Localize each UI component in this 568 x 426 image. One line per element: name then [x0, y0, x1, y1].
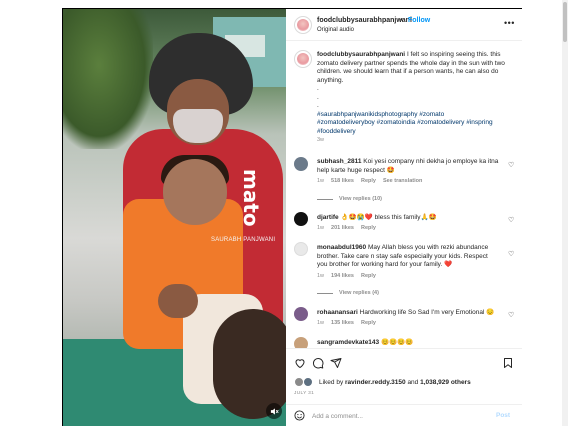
comment-avatar[interactable] — [294, 242, 308, 256]
comment-body: monaabdul1960 May Allah bless you with r… — [317, 244, 499, 270]
post-header: foodclubbysaurabhpanjwani • Follow Origi… — [286, 9, 522, 41]
comment-like-icon[interactable]: ♡ — [508, 161, 514, 169]
smiley-icon[interactable] — [294, 410, 305, 421]
caption-dot-2: . — [317, 93, 319, 101]
comment-likes[interactable]: 194 likes — [331, 273, 354, 279]
liker-avatar — [303, 377, 313, 387]
comment-username[interactable]: djartife — [317, 214, 339, 221]
comment-body: rohaanansari Hardworking life So Sad I'm… — [317, 309, 499, 318]
comment-avatar[interactable] — [294, 307, 308, 321]
speaker-muted-icon — [270, 407, 279, 415]
comment-like-icon[interactable]: ♡ — [508, 250, 514, 258]
comment-text: 😊😊😊😊 — [380, 339, 414, 346]
add-comment-bar: Post — [286, 404, 522, 426]
separator-dot: • — [400, 17, 403, 24]
comment-body: sangramdevkate143 😊😊😊😊 — [317, 339, 499, 348]
comment-time[interactable]: 1w — [317, 178, 324, 184]
comments-scroll-area[interactable]: foodclubbysaurabhpanjwani I felt so insp… — [286, 42, 522, 348]
comment-username[interactable]: monaabdul1960 — [317, 244, 366, 251]
comment-meta: 1w 201 likes Reply — [317, 225, 376, 231]
comment-meta: 1w 135 likes Reply — [317, 320, 376, 326]
more-options-icon[interactable]: ••• — [504, 18, 515, 28]
reply-button[interactable]: Reply — [361, 273, 376, 279]
send-icon[interactable] — [330, 357, 342, 369]
comment-text: 👌🤩😭❤️ bless this family🙏🤩 — [340, 214, 437, 221]
post-caption: foodclubbysaurabhpanjwani I felt so insp… — [317, 51, 509, 145]
comment-likes[interactable]: 201 likes — [331, 225, 354, 231]
audio-link[interactable]: Original audio — [317, 27, 354, 33]
view-replies-label: View replies (4) — [339, 290, 379, 296]
heart-icon[interactable] — [294, 357, 306, 369]
comment-likes[interactable]: 135 likes — [331, 320, 354, 326]
caption-dot-1: . — [317, 85, 319, 92]
post-comment-button[interactable]: Post — [496, 412, 510, 419]
comment-avatar[interactable] — [294, 212, 308, 226]
page-scrollbar[interactable] — [562, 0, 568, 426]
comment-time[interactable]: 1w — [317, 273, 324, 279]
see-translation-button[interactable]: See translation — [383, 178, 422, 184]
author-avatar-image — [297, 19, 309, 31]
post-date[interactable]: JULY 31 — [294, 391, 314, 396]
caption-dot-3: . — [317, 102, 319, 109]
liked-prefix: Liked by — [319, 378, 344, 386]
comment-time[interactable]: 1w — [317, 320, 324, 326]
comment-like-icon[interactable]: ♡ — [508, 311, 514, 319]
child-head — [163, 159, 227, 225]
reply-button[interactable]: Reply — [361, 320, 376, 326]
comment-body: subhash_2811 Koi yesi company nhi dekha … — [317, 158, 499, 175]
view-replies-button[interactable]: View replies (4) — [317, 290, 379, 296]
post-side-panel: foodclubbysaurabhpanjwani • Follow Origi… — [286, 9, 522, 426]
follow-button[interactable]: Follow — [408, 17, 430, 24]
scrollbar-thumb[interactable] — [563, 2, 567, 42]
comment-avatar[interactable] — [294, 157, 308, 171]
post-video[interactable]: mato SAURABH PANJWANI — [63, 9, 286, 426]
author-username[interactable]: foodclubbysaurabhpanjwani — [317, 17, 412, 24]
comment-icon[interactable] — [312, 357, 324, 369]
caption-time[interactable]: 3w — [317, 137, 324, 143]
likes-summary: Liked by ravinder.reddy.3150 and 1,038,9… — [294, 377, 471, 387]
liked-user[interactable]: ravinder.reddy.3150 — [345, 379, 406, 386]
comment-text: Hardworking life So Sad I'm very Emotion… — [359, 309, 495, 316]
caption-username[interactable]: foodclubbysaurabhpanjwani — [317, 51, 405, 58]
replies-line — [317, 292, 333, 294]
comment-username[interactable]: subhash_2811 — [317, 158, 361, 165]
liked-and: and — [407, 378, 419, 386]
post-actions: Liked by ravinder.reddy.3150 and 1,038,9… — [286, 348, 522, 408]
comment-username[interactable]: rohaanansari — [317, 309, 358, 316]
replies-line — [317, 198, 333, 200]
view-replies-label: View replies (10) — [339, 196, 383, 202]
author-avatar[interactable] — [294, 16, 312, 34]
liker-avatars — [294, 377, 316, 387]
video-watermark: SAURABH PANJWANI — [211, 237, 276, 243]
comment-username[interactable]: sangramdevkate143 — [317, 339, 379, 346]
bookmark-icon[interactable] — [502, 357, 514, 369]
caption-hashtags-3[interactable]: #fooddelivery — [317, 128, 356, 135]
background-tree — [63, 9, 153, 149]
comment-time[interactable]: 1w — [317, 225, 324, 231]
comment-input[interactable] — [312, 410, 482, 422]
comment-body: djartife 👌🤩😭❤️ bless this family🙏🤩 — [317, 214, 499, 223]
comment-avatar[interactable] — [294, 337, 308, 348]
caption-hashtags-2[interactable]: #zomatodeliveryboy #zomatoindia #zomatod… — [317, 119, 493, 126]
reply-button[interactable]: Reply — [361, 225, 376, 231]
comment-meta: 1w 194 likes Reply — [317, 273, 376, 279]
rider-hand — [158, 284, 198, 318]
view-replies-button[interactable]: View replies (10) — [317, 196, 382, 202]
reply-button[interactable]: Reply — [361, 178, 376, 184]
caption-author-avatar[interactable] — [294, 50, 312, 68]
comment-like-icon[interactable]: ♡ — [508, 216, 514, 224]
liked-others-count[interactable]: 1,038,929 others — [420, 379, 471, 386]
comment-meta: 1w 518 likes Reply See translation — [317, 178, 422, 184]
caption-author-avatar-image — [297, 53, 309, 65]
comment-likes[interactable]: 518 likes — [331, 178, 354, 184]
mute-button[interactable] — [266, 403, 282, 419]
caption-hashtags-1[interactable]: #saurabhpanjwanikidsphotography #zomato — [317, 111, 444, 118]
